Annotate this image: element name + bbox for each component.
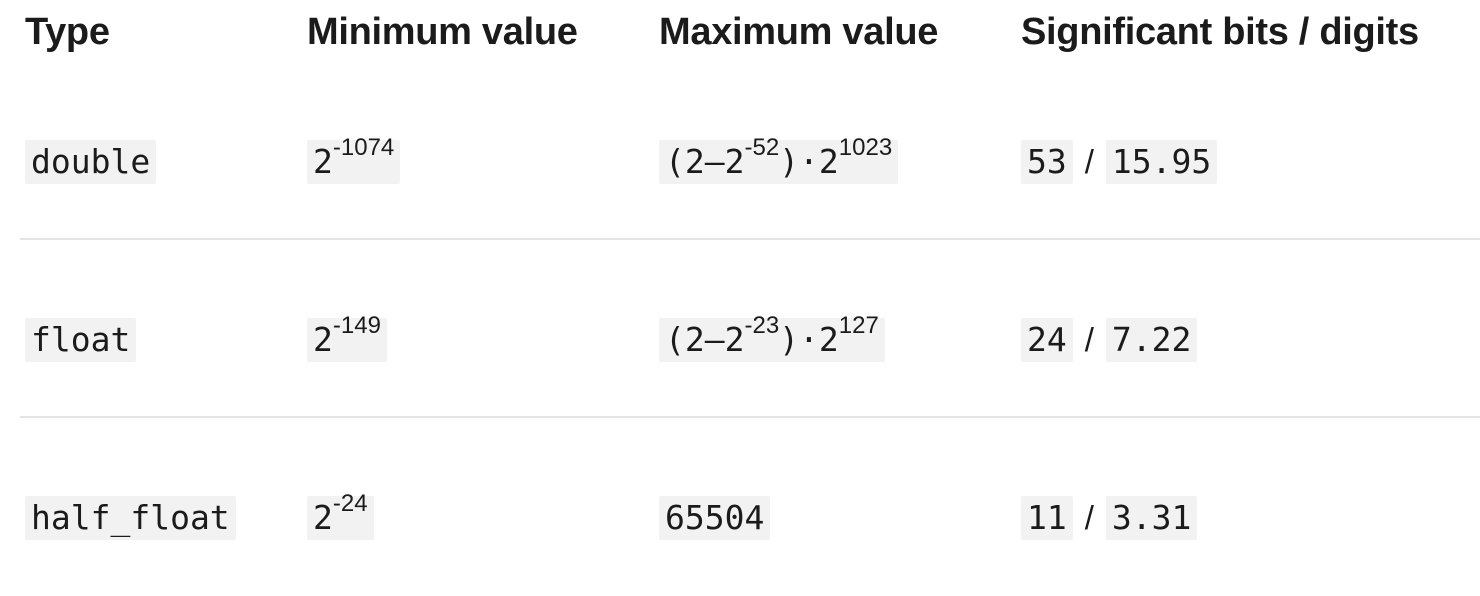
significant-cell: 11 / 3.31 [1021,496,1198,540]
minimum-value: 2-1074 [307,136,401,184]
numeric-types-table: Type Minimum value Maximum value Signifi… [0,0,1480,566]
minimum-value-cell: 2-1074 [307,136,401,184]
type-name: double [25,140,157,184]
type-cell: half_float [25,496,236,540]
maximum-value: (2–2-23)·2127 [659,314,885,362]
maximum-value-cell: 65504 [659,496,771,540]
significant-cell: 24 / 7.22 [1021,318,1198,362]
significant-bits: 24 [1021,318,1073,362]
header-significant-bits-digits: Significant bits / digits [1021,11,1419,53]
table-row: double 2-1074 (2–2-52)·21023 53 / 15.95 [0,62,1480,240]
table-header-row: Type Minimum value Maximum value Signifi… [0,0,1480,64]
significant-digits: 3.31 [1105,496,1198,540]
minimum-value-cell: 2-149 [307,314,387,362]
minimum-value: 2-24 [307,492,374,540]
maximum-value: (2–2-52)·21023 [659,136,899,184]
significant-bits: 53 [1021,140,1073,184]
table-row: half_float 2-24 65504 11 / 3.31 [0,418,1480,596]
table-row: float 2-149 (2–2-23)·2127 24 / 7.22 [0,240,1480,418]
separator: / [1084,321,1094,358]
separator: / [1084,143,1094,180]
significant-digits: 15.95 [1105,140,1218,184]
minimum-value: 2-149 [307,314,387,362]
significant-bits: 11 [1021,496,1073,540]
header-maximum-value: Maximum value [659,11,939,53]
maximum-value-cell: (2–2-52)·21023 [659,136,899,184]
header-minimum-value: Minimum value [307,11,578,53]
minimum-value-cell: 2-24 [307,492,374,540]
header-type: Type [25,11,110,53]
type-cell: double [25,140,157,184]
type-cell: float [25,318,137,362]
type-name: float [25,318,137,362]
maximum-value: 65504 [659,496,771,540]
significant-cell: 53 / 15.95 [1021,140,1218,184]
type-name: half_float [25,496,236,540]
maximum-value-cell: (2–2-23)·2127 [659,314,885,362]
separator: / [1084,499,1094,536]
significant-digits: 7.22 [1105,318,1198,362]
